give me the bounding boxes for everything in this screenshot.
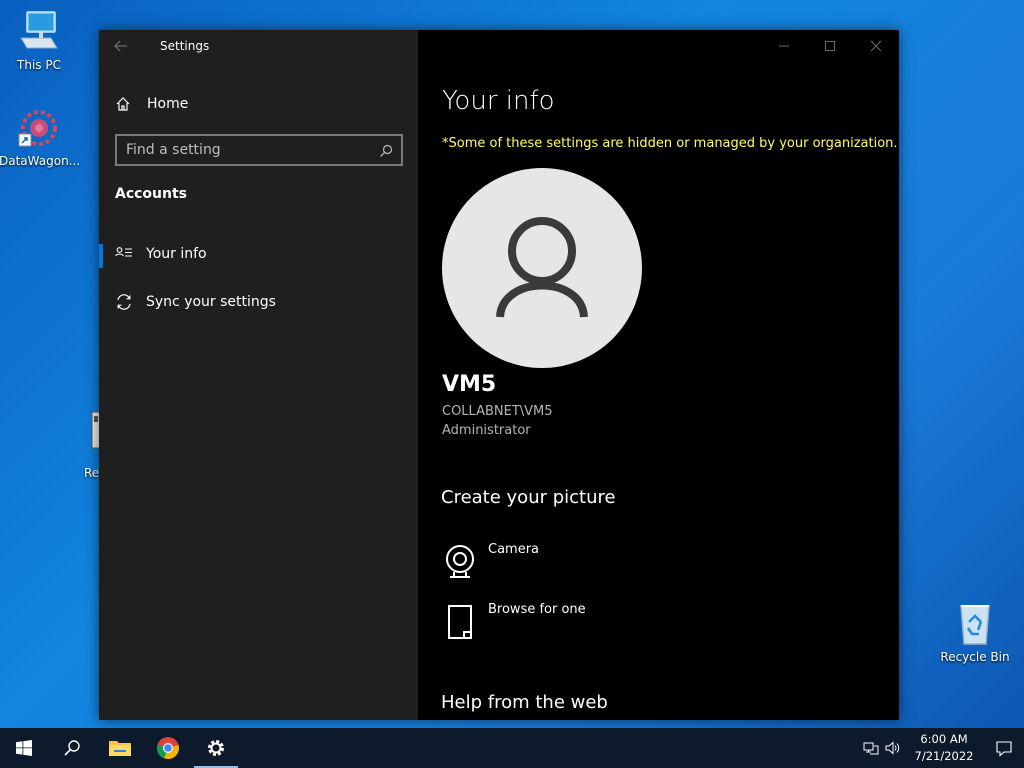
window-controls bbox=[761, 30, 899, 62]
recycle-bin-icon bbox=[951, 600, 999, 648]
action-label: Camera bbox=[488, 542, 540, 557]
sidebar-item-label: Your info bbox=[146, 246, 207, 262]
browse-file-icon bbox=[442, 602, 478, 642]
user-domain: COLLABNET\VM5 bbox=[442, 404, 553, 419]
sidebar-item-your-info[interactable]: Your info bbox=[99, 234, 418, 274]
desktop-icon-label: This PC bbox=[17, 58, 61, 72]
maximize-icon[interactable] bbox=[807, 30, 853, 62]
minimize-icon[interactable] bbox=[761, 30, 807, 62]
notification-icon[interactable] bbox=[984, 728, 1024, 768]
camera-button[interactable]: Camera bbox=[442, 539, 539, 583]
desktop-icon-this-pc[interactable]: This PC bbox=[0, 8, 79, 72]
desktop-icon-label: DataWagon... bbox=[0, 154, 81, 168]
network-icon[interactable] bbox=[860, 728, 882, 768]
avatar bbox=[442, 168, 642, 368]
back-arrow-icon[interactable] bbox=[113, 38, 133, 58]
computer-icon bbox=[15, 8, 63, 56]
clock-date: 7/21/2022 bbox=[914, 749, 974, 763]
volume-icon[interactable] bbox=[882, 728, 904, 768]
user-role: Administrator bbox=[442, 423, 531, 438]
settings-window: Settings Home Accounts Your info Sync y bbox=[99, 30, 899, 720]
home-label: Home bbox=[147, 96, 189, 112]
clock[interactable]: 6:00 AM 7/21/2022 bbox=[904, 731, 984, 765]
search-icon[interactable] bbox=[48, 728, 96, 768]
user-name: VM5 bbox=[442, 372, 497, 397]
search-box[interactable] bbox=[115, 134, 403, 166]
user-avatar-icon bbox=[496, 217, 588, 318]
sync-icon bbox=[115, 293, 133, 311]
main-content: Your info *Some of these settings are hi… bbox=[418, 30, 899, 720]
clock-time: 6:00 AM bbox=[920, 732, 968, 746]
section-heading-accounts: Accounts bbox=[115, 186, 188, 202]
file-explorer-icon[interactable] bbox=[96, 728, 144, 768]
chrome-icon[interactable] bbox=[144, 728, 192, 768]
browse-button[interactable]: Browse for one bbox=[442, 599, 586, 643]
windows-start-icon[interactable] bbox=[0, 728, 48, 768]
search-icon[interactable] bbox=[379, 143, 393, 157]
managed-settings-warning: *Some of these settings are hidden or ma… bbox=[442, 136, 898, 151]
sidebar-item-sync-settings[interactable]: Sync your settings bbox=[99, 282, 418, 322]
sidebar: Settings Home Accounts Your info Sync y bbox=[99, 30, 418, 720]
home-icon bbox=[115, 96, 131, 112]
desktop-icon-label: Recycle Bin bbox=[940, 650, 1010, 664]
desktop-icon-recycle-bin[interactable]: Recycle Bin bbox=[935, 600, 1015, 664]
datawagon-icon bbox=[15, 104, 63, 152]
page-title: Your info bbox=[442, 86, 555, 116]
window-title: Settings bbox=[160, 39, 210, 53]
help-from-web-heading: Help from the web bbox=[441, 692, 608, 713]
user-info-icon bbox=[115, 245, 133, 263]
desktop-icon-datawagon[interactable]: DataWagon... bbox=[0, 104, 81, 168]
home-nav-item[interactable]: Home bbox=[115, 92, 188, 116]
settings-gear-icon[interactable] bbox=[192, 728, 240, 768]
camera-icon bbox=[442, 542, 478, 582]
sidebar-item-label: Sync your settings bbox=[146, 294, 276, 310]
search-input[interactable] bbox=[117, 136, 401, 164]
create-picture-heading: Create your picture bbox=[441, 487, 616, 508]
action-label: Browse for one bbox=[488, 602, 586, 617]
close-icon[interactable] bbox=[853, 30, 899, 62]
system-tray: 6:00 AM 7/21/2022 bbox=[860, 728, 1024, 768]
taskbar: 6:00 AM 7/21/2022 bbox=[0, 728, 1024, 768]
